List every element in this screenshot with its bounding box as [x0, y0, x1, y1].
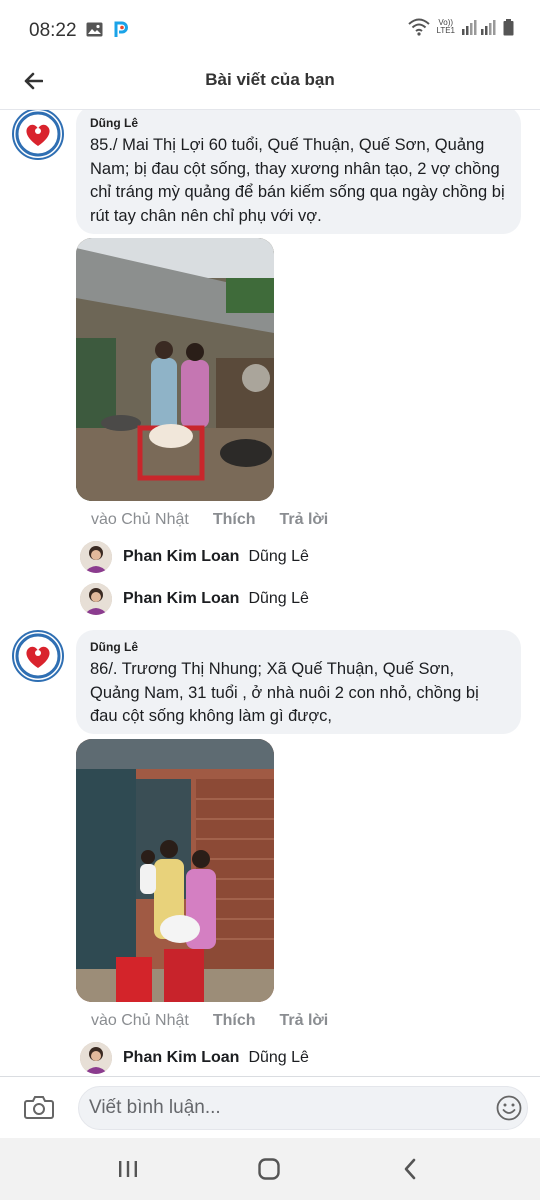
avatar[interactable]: [80, 1042, 112, 1074]
comments-feed[interactable]: Dũng Lê 85./ Mai Thị Lợi 60 tuổi, Quế Th…: [0, 110, 540, 1075]
charity-logo-icon: [15, 633, 61, 679]
comment-composer: [0, 1076, 540, 1138]
comment-bubble: Dũng Lê 85./ Mai Thị Lợi 60 tuổi, Quế Th…: [76, 110, 521, 234]
status-bar: 08:22 Vo)) LTE1: [0, 0, 540, 56]
profile-photo: [80, 1042, 112, 1074]
profile-photo: [80, 541, 112, 573]
reply-author[interactable]: Phan Kim Loan: [123, 548, 239, 566]
reply-author[interactable]: Phan Kim Loan: [123, 590, 239, 608]
avatar[interactable]: [12, 110, 64, 160]
reply-text: Dũng Lê: [248, 1049, 309, 1066]
comment-author[interactable]: Dũng Lê: [90, 640, 507, 654]
comment-photo[interactable]: [76, 739, 274, 1002]
home-button[interactable]: [254, 1154, 284, 1184]
reply-item[interactable]: Phan Kim Loan Dũng Lê: [80, 541, 309, 573]
comment-input[interactable]: [78, 1086, 528, 1130]
reply-author[interactable]: Phan Kim Loan: [123, 1049, 239, 1067]
battery-icon: [503, 18, 514, 35]
avatar[interactable]: [12, 630, 64, 682]
app-p-icon: [114, 21, 128, 37]
reply-text: Dũng Lê: [248, 590, 309, 607]
home-icon: [258, 1158, 280, 1180]
emoji-icon: [496, 1095, 522, 1121]
reply-text: Dũng Lê: [248, 548, 309, 565]
reply-button[interactable]: Trả lời: [280, 1012, 329, 1030]
app-header: Bài viết của bạn: [0, 56, 540, 110]
network-label: Vo)) LTE1: [436, 18, 455, 35]
comment-time: vào Chủ Nhật: [91, 1012, 189, 1029]
avatar[interactable]: [80, 583, 112, 615]
profile-photo: [80, 583, 112, 615]
signal-icon: [462, 20, 496, 35]
reply-item[interactable]: Phan Kim Loan Dũng Lê: [80, 1042, 309, 1074]
reply-item[interactable]: Phan Kim Loan Dũng Lê: [80, 583, 309, 615]
comment-time: vào Chủ Nhật: [91, 511, 189, 528]
comment-text: 86/. Trương Thị Nhung; Xã Quế Thuận, Quế…: [90, 660, 479, 725]
nav-back-button[interactable]: [395, 1154, 425, 1184]
photo-image: [76, 238, 274, 501]
camera-button[interactable]: [24, 1094, 54, 1120]
photo-image: [76, 739, 274, 1002]
comment-photo[interactable]: [76, 238, 274, 501]
recent-apps-icon: [119, 1161, 137, 1177]
status-time: 08:22: [29, 20, 77, 41]
comment-actions: vào Chủ Nhật Thích Trả lời: [91, 1012, 328, 1030]
comment-bubble: Dũng Lê 86/. Trương Thị Nhung; Xã Quế Th…: [76, 630, 521, 734]
back-icon: [404, 1158, 416, 1180]
comment-author[interactable]: Dũng Lê: [90, 116, 507, 130]
like-button[interactable]: Thích: [213, 1012, 256, 1030]
system-nav-bar: [0, 1138, 540, 1200]
image-icon: [86, 22, 103, 36]
avatar[interactable]: [80, 541, 112, 573]
camera-icon: [24, 1096, 54, 1119]
charity-logo-icon: [15, 111, 61, 157]
emoji-button[interactable]: [496, 1095, 522, 1121]
like-button[interactable]: Thích: [213, 511, 256, 529]
wifi-icon: [408, 18, 431, 36]
comment-text: 85./ Mai Thị Lợi 60 tuổi, Quế Thuận, Quế…: [90, 136, 505, 225]
recent-apps-button[interactable]: [113, 1154, 143, 1184]
comment-actions: vào Chủ Nhật Thích Trả lời: [91, 511, 328, 529]
reply-button[interactable]: Trả lời: [280, 511, 329, 529]
page-title: Bài viết của bạn: [205, 70, 335, 89]
